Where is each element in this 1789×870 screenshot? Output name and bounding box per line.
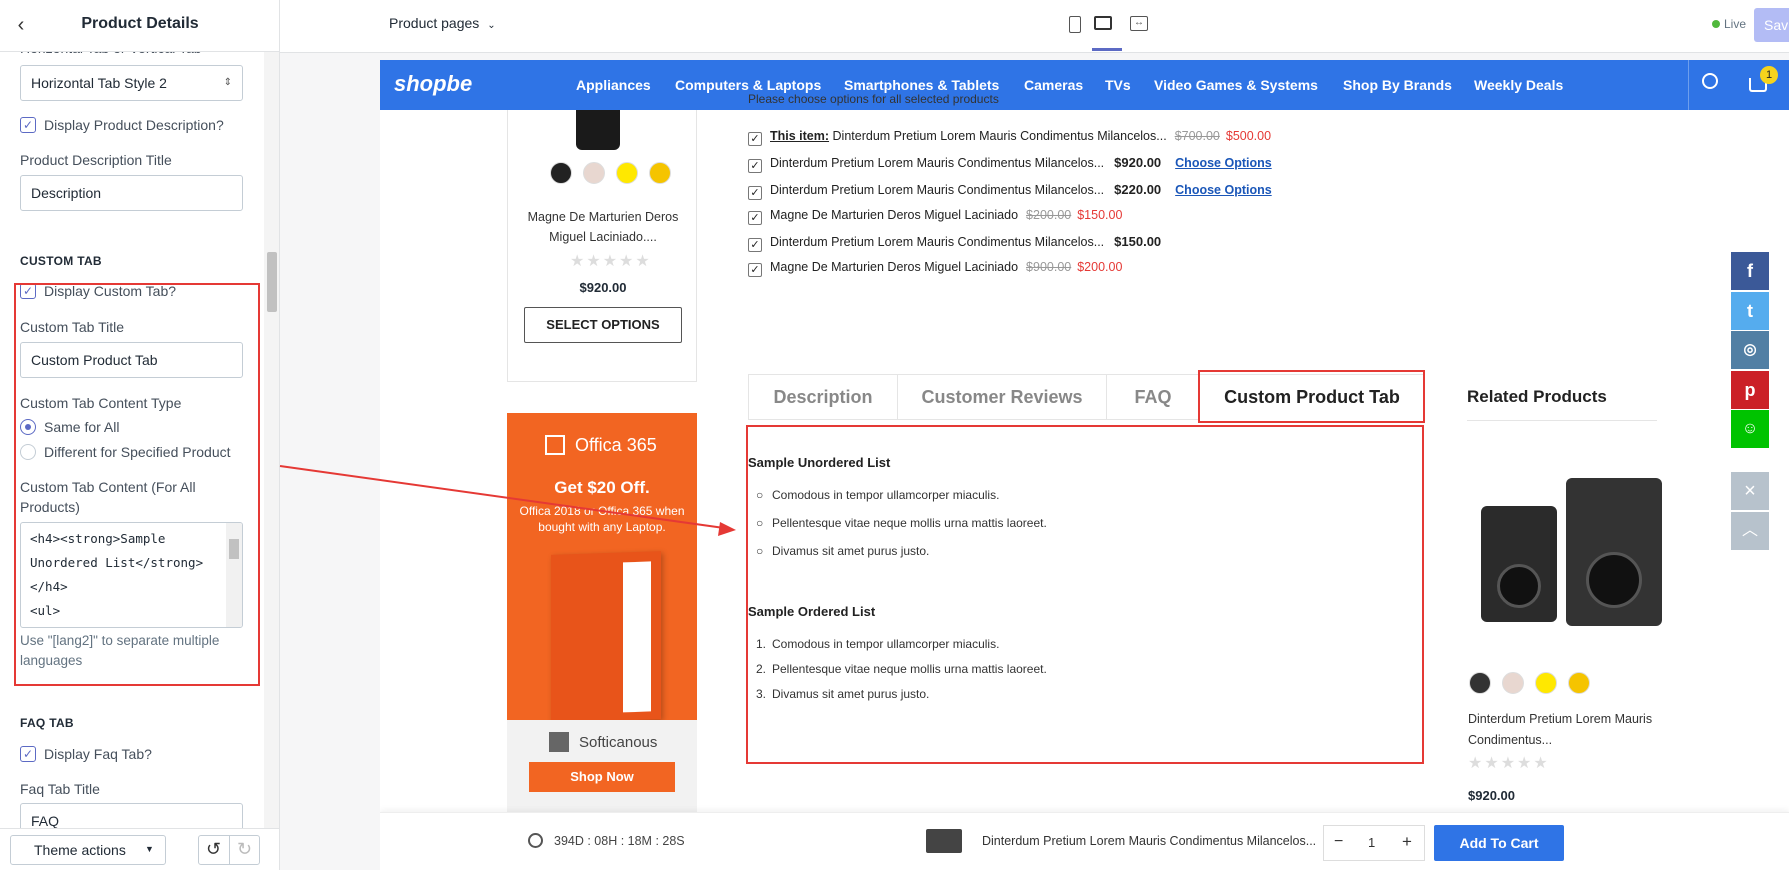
sidebar-title: Product Details <box>81 15 199 32</box>
arrow-head <box>718 522 736 536</box>
sidebar-header: ‹ Product Details <box>0 0 279 52</box>
annotation-arrow <box>279 465 736 536</box>
arrow-line <box>279 465 725 529</box>
